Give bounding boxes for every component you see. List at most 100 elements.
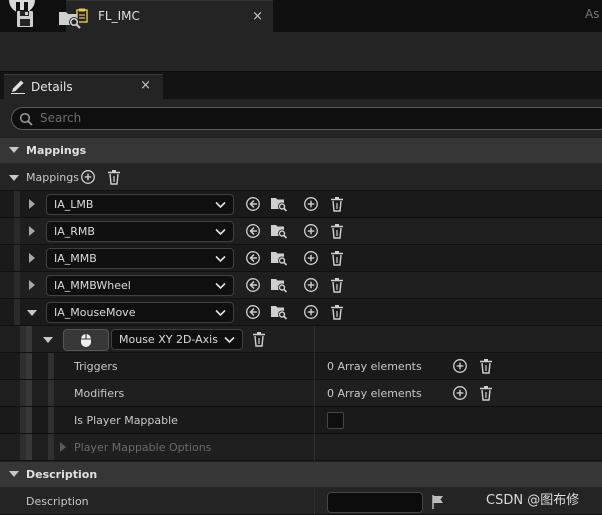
triggers-value: 0 Array elements	[327, 360, 422, 373]
add-key-icon[interactable]	[303, 196, 321, 214]
mappings-array-row: Mappings	[0, 164, 602, 191]
input-action-value: IA_MouseMove	[54, 306, 136, 319]
input-action-value: IA_MMBWheel	[54, 279, 131, 292]
browse-asset-icon[interactable]	[270, 223, 288, 241]
description-category-label: Description	[26, 468, 98, 481]
mouse-icon	[80, 333, 92, 348]
chevron-down-icon	[215, 255, 226, 263]
search-placeholder: Search	[40, 111, 82, 125]
mapping-expand-arrow-icon[interactable]	[29, 226, 35, 236]
player-mappable-options-label: Player Mappable Options	[74, 441, 212, 454]
triggers-label: Triggers	[74, 360, 118, 373]
input-action-dropdown[interactable]: IA_MMBWheel	[46, 275, 234, 296]
description-field[interactable]	[327, 492, 423, 513]
add-element-icon[interactable]	[80, 169, 98, 187]
browse-asset-icon[interactable]	[270, 250, 288, 268]
column-divider	[314, 353, 315, 380]
use-selected-asset-icon[interactable]	[244, 223, 262, 241]
use-selected-asset-icon[interactable]	[244, 277, 262, 295]
key-dropdown-value: Mouse XY 2D-Axis	[119, 333, 218, 346]
search-icon	[19, 112, 33, 126]
mapping-row: IA_LMB	[0, 191, 602, 218]
document-tab[interactable]: FL_IMC ×	[66, 0, 273, 32]
delete-key-icon[interactable]	[251, 331, 269, 349]
input-action-value: IA_LMB	[54, 198, 94, 211]
expand-arrow-icon[interactable]	[60, 442, 66, 452]
delete-all-icon[interactable]	[106, 169, 124, 187]
input-action-value: IA_MMB	[54, 252, 97, 265]
details-tab-close-icon[interactable]: ×	[140, 78, 151, 93]
indent-bar	[26, 353, 32, 379]
browse-asset-icon[interactable]	[270, 277, 288, 295]
browse-asset-icon[interactable]	[270, 196, 288, 214]
mapping-collapse-arrow-icon[interactable]	[27, 310, 37, 316]
toolbar	[0, 32, 602, 72]
mapping-row: IA_RMB	[0, 218, 602, 245]
key-selector-button[interactable]	[63, 329, 109, 351]
column-divider	[314, 434, 315, 461]
indent-bar	[48, 353, 54, 379]
column-divider	[314, 488, 315, 515]
delete-mapping-icon[interactable]	[329, 304, 347, 322]
collapse-arrow-icon[interactable]	[9, 147, 19, 153]
chevron-down-icon	[215, 309, 226, 317]
localization-flag-icon[interactable]	[430, 494, 448, 512]
key-binding-collapse-arrow-icon[interactable]	[43, 337, 53, 343]
input-action-dropdown[interactable]: IA_RMB	[46, 221, 234, 242]
mappings-category-header[interactable]: Mappings	[0, 138, 602, 163]
mapping-expand-arrow-icon[interactable]	[29, 280, 35, 290]
modifiers-label: Modifiers	[74, 387, 125, 400]
player-mappable-options-row: Player Mappable Options	[0, 434, 602, 461]
browse-to-asset-icon[interactable]	[57, 8, 83, 30]
player-mappable-checkbox[interactable]	[327, 412, 344, 429]
mappings-category-label: Mappings	[26, 144, 87, 157]
indent-bar	[14, 299, 20, 325]
mappings-array-label: Mappings	[26, 171, 79, 184]
save-icon[interactable]	[12, 8, 38, 30]
chevron-down-icon	[215, 282, 226, 290]
add-key-icon[interactable]	[303, 250, 321, 268]
delete-triggers-icon[interactable]	[478, 358, 496, 376]
description-category-header[interactable]: Description	[0, 462, 602, 487]
add-trigger-icon[interactable]	[452, 358, 470, 376]
use-selected-asset-icon[interactable]	[244, 196, 262, 214]
column-divider	[314, 407, 315, 434]
modifiers-value: 0 Array elements	[327, 387, 422, 400]
chevron-down-icon	[215, 201, 226, 209]
delete-mapping-icon[interactable]	[329, 250, 347, 268]
document-tab-close-icon[interactable]: ×	[252, 9, 263, 24]
details-tab[interactable]: Details ×	[4, 74, 163, 99]
add-modifier-icon[interactable]	[452, 385, 470, 403]
add-key-icon[interactable]	[303, 277, 321, 295]
add-key-icon[interactable]	[303, 304, 321, 322]
triggers-row: Triggers 0 Array elements	[0, 353, 602, 380]
use-selected-asset-icon[interactable]	[244, 250, 262, 268]
mapping-expand-arrow-icon[interactable]	[29, 253, 35, 263]
input-action-dropdown[interactable]: IA_LMB	[46, 194, 234, 215]
search-input[interactable]: Search	[11, 107, 602, 130]
indent-bar	[26, 407, 32, 433]
mappings-array-collapse-arrow-icon[interactable]	[9, 175, 19, 181]
chevron-down-icon	[215, 228, 226, 236]
indent-bar	[26, 434, 32, 460]
delete-modifiers-icon[interactable]	[478, 385, 496, 403]
collapse-arrow-icon[interactable]	[9, 471, 19, 477]
indent-bar	[26, 326, 32, 352]
delete-mapping-icon[interactable]	[329, 196, 347, 214]
indent-bar	[14, 191, 20, 217]
delete-mapping-icon[interactable]	[329, 277, 347, 295]
mapping-row: IA_MMBWheel	[0, 272, 602, 299]
player-mappable-row: Is Player Mappable	[0, 407, 602, 434]
input-action-dropdown[interactable]: IA_MMB	[46, 248, 234, 269]
truncated-right-label: As	[585, 7, 600, 21]
delete-mapping-icon[interactable]	[329, 223, 347, 241]
input-action-dropdown[interactable]: IA_MouseMove	[46, 302, 234, 323]
browse-asset-icon[interactable]	[270, 304, 288, 322]
add-key-icon[interactable]	[303, 223, 321, 241]
description-label: Description	[26, 495, 89, 508]
mapping-expand-arrow-icon[interactable]	[29, 199, 35, 209]
indent-bar	[48, 407, 54, 433]
key-dropdown[interactable]: Mouse XY 2D-Axis	[111, 329, 243, 350]
use-selected-asset-icon[interactable]	[244, 304, 262, 322]
column-divider	[314, 380, 315, 407]
